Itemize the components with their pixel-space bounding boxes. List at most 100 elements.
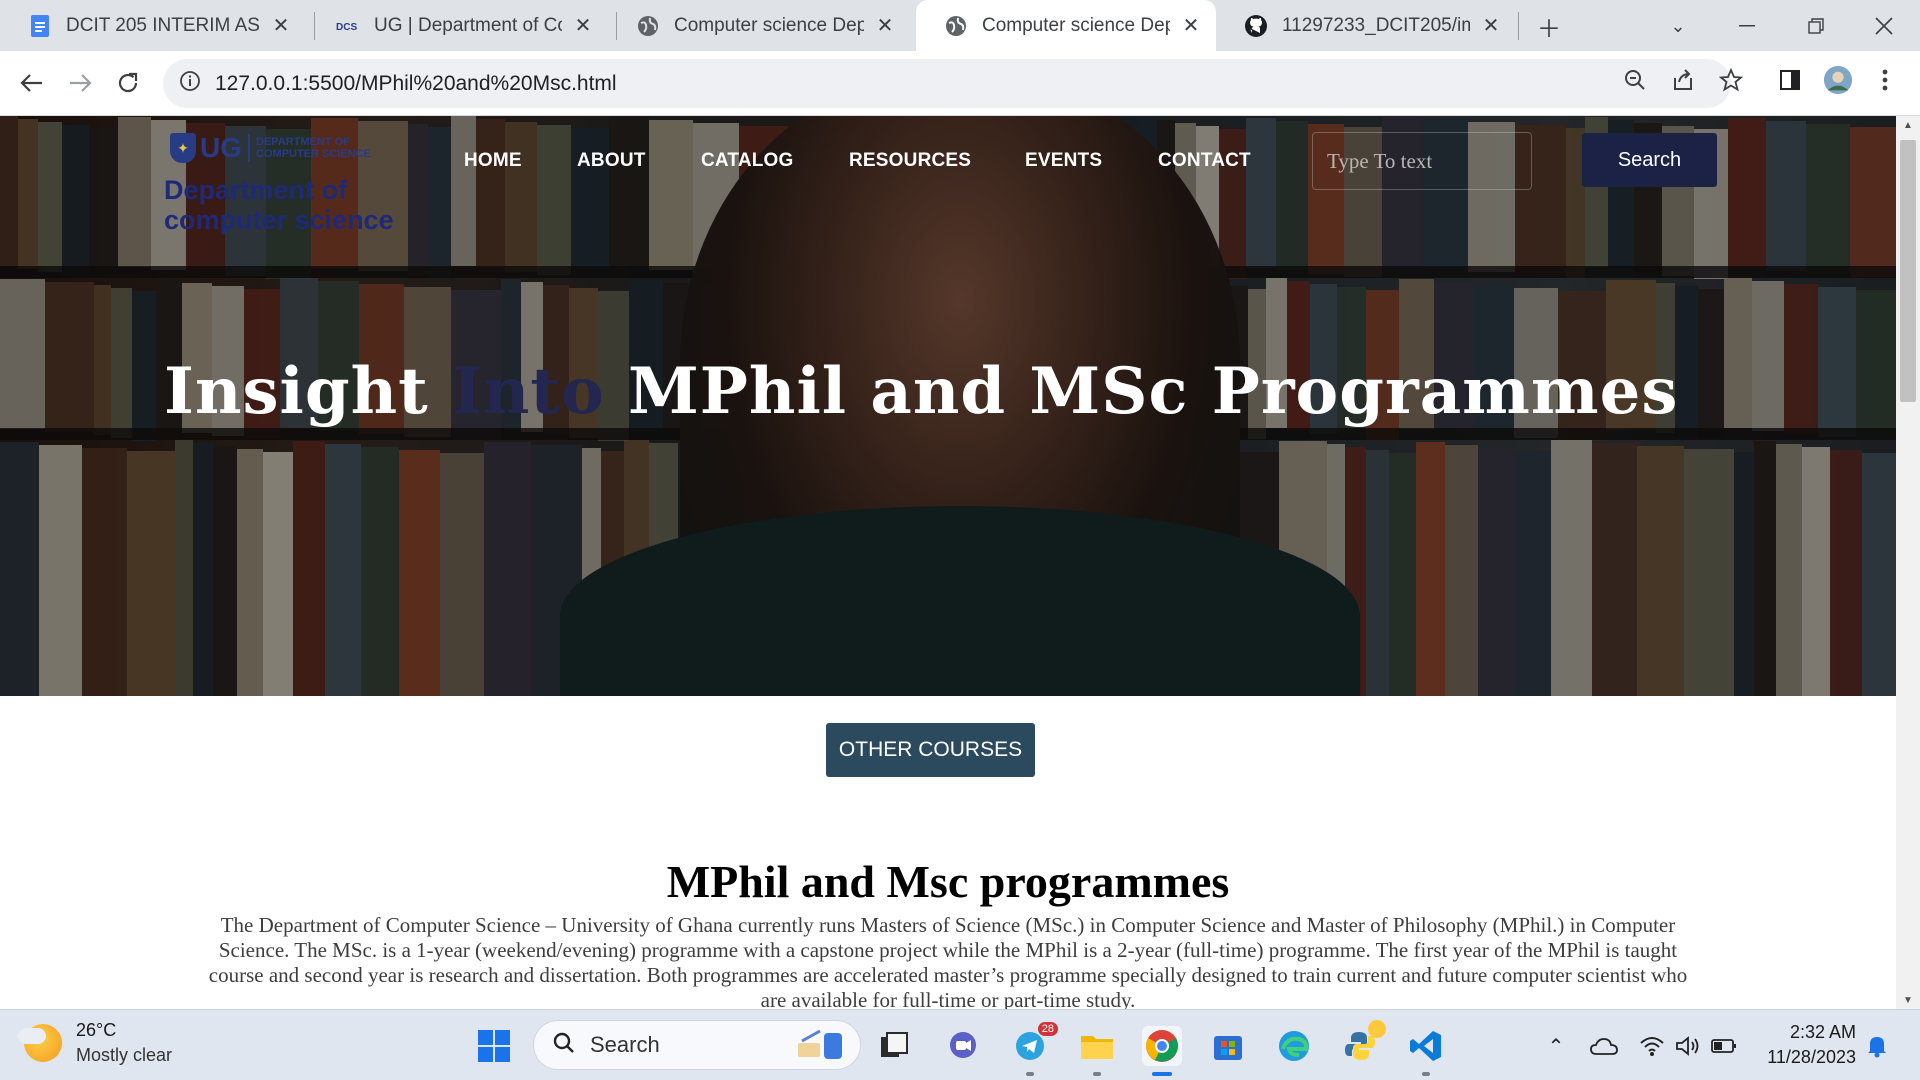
tab-search-chevron-icon[interactable]: ⌄ xyxy=(1660,8,1696,44)
tab-title: 11297233_DCIT205/imag xyxy=(1282,14,1470,36)
hero-title-end: MPhil and MSc Programmes xyxy=(604,354,1679,429)
telegram-icon[interactable]: 28 xyxy=(1010,1022,1058,1066)
close-tab-icon[interactable]: ✕ xyxy=(270,15,292,37)
file-explorer-icon[interactable] xyxy=(1077,1026,1117,1066)
notification-dot xyxy=(1368,1020,1386,1038)
more-menu-icon[interactable] xyxy=(1870,65,1900,95)
site-search-button[interactable]: Search xyxy=(1582,133,1717,187)
logo-divider xyxy=(248,134,250,162)
notification-bell-icon[interactable] xyxy=(1863,1032,1891,1060)
share-icon[interactable] xyxy=(1668,65,1698,95)
page-scrollbar[interactable]: ▲ ▼ xyxy=(1896,116,1920,1009)
tab-title: DCIT 205 INTERIM ASSES xyxy=(66,14,260,36)
other-courses-button[interactable]: OTHER COURSES xyxy=(826,723,1035,777)
globe-icon xyxy=(944,14,968,38)
scroll-down-arrow-icon[interactable]: ▼ xyxy=(1896,991,1920,1009)
browser-tab-5[interactable]: 11297233_DCIT205/imag ✕ xyxy=(1216,0,1516,51)
close-tab-icon[interactable]: ✕ xyxy=(874,15,896,37)
running-indicator xyxy=(1026,1072,1034,1076)
nav-home[interactable]: HOME xyxy=(464,150,522,172)
browser-tab-4-active[interactable]: Computer science Depar ✕ xyxy=(916,0,1216,51)
search-icon xyxy=(552,1031,576,1060)
weather-widget[interactable]: 26°C Mostly clear xyxy=(18,1020,173,1066)
svg-text:DCS: DCS xyxy=(336,22,357,33)
browser-tab-1[interactable]: DCIT 205 INTERIM ASSES ✕ xyxy=(0,0,306,51)
python-icon[interactable] xyxy=(1340,1020,1386,1066)
hero-title: Insight Into MPhil and MSc Programmes xyxy=(164,354,1678,429)
close-window-icon[interactable] xyxy=(1866,8,1902,44)
logo-text: UG xyxy=(200,132,242,163)
restore-icon[interactable] xyxy=(1798,8,1834,44)
scrollbar-thumb[interactable] xyxy=(1900,140,1916,402)
nav-catalog[interactable]: CATALOG xyxy=(701,150,794,172)
minimize-icon[interactable] xyxy=(1729,8,1765,44)
hero-banner: ✦ UG DEPARTMENT OF COMPUTER SCIENCE Depa… xyxy=(0,116,1896,696)
tab-separator xyxy=(1518,12,1519,40)
close-tab-icon[interactable]: ✕ xyxy=(1480,15,1502,37)
battery-icon[interactable] xyxy=(1710,1032,1738,1060)
bookmark-star-icon[interactable] xyxy=(1716,65,1746,95)
active-indicator xyxy=(1152,1072,1172,1076)
browser-tab-2[interactable]: DCS UG | Department of Com ✕ xyxy=(308,0,608,51)
nav-contact[interactable]: CONTACT xyxy=(1158,150,1251,172)
volume-icon[interactable] xyxy=(1674,1032,1702,1060)
brand-line-1: Department of xyxy=(164,175,348,205)
ug-crest-icon: ✦ xyxy=(170,133,196,163)
brand-name: Department of computer science xyxy=(164,175,394,235)
github-icon xyxy=(1244,14,1268,38)
nav-events[interactable]: EVENTS xyxy=(1025,150,1102,172)
brand-line-2: computer science xyxy=(164,205,394,235)
weather-temp: 26°C xyxy=(76,1020,117,1040)
browser-toolbar: 127.0.0.1:5500/MPhil%20and%20Msc.html xyxy=(0,51,1920,116)
telegram-unread-badge: 28 xyxy=(1037,1022,1058,1036)
running-indicator xyxy=(1093,1072,1101,1076)
wifi-icon[interactable] xyxy=(1638,1032,1666,1060)
site-search-input[interactable] xyxy=(1312,132,1532,190)
task-view-icon[interactable] xyxy=(874,1026,914,1066)
hero-title-start: Insight xyxy=(164,354,452,429)
page-viewport: ✦ UG DEPARTMENT OF COMPUTER SCIENCE Depa… xyxy=(0,116,1896,1009)
logo-dept-line-2: COMPUTER SCIENCE xyxy=(256,148,371,160)
nav-resources[interactable]: RESOURCES xyxy=(849,150,971,172)
microsoft-store-icon[interactable] xyxy=(1208,1026,1248,1066)
teams-chat-icon[interactable] xyxy=(943,1026,983,1066)
globe-icon xyxy=(636,14,660,38)
back-arrow-icon[interactable] xyxy=(14,65,50,101)
windows-taskbar: 26°C Mostly clear Search 28 ⌃ 2:32 AM 11… xyxy=(0,1009,1920,1080)
close-tab-icon[interactable]: ✕ xyxy=(572,15,594,37)
section-body: The Department of Computer Science – Uni… xyxy=(208,913,1688,1009)
profile-avatar-icon[interactable] xyxy=(1823,65,1853,95)
new-tab-plus-icon[interactable]: ＋ xyxy=(1531,8,1567,44)
zoom-icon[interactable] xyxy=(1620,65,1650,95)
tab-title: Computer science Depar xyxy=(674,14,864,36)
weather-desc: Mostly clear xyxy=(76,1045,173,1065)
onedrive-cloud-icon[interactable] xyxy=(1590,1032,1618,1060)
scroll-up-arrow-icon[interactable]: ▲ xyxy=(1896,116,1920,134)
close-tab-icon[interactable]: ✕ xyxy=(1180,15,1202,37)
site-logo[interactable]: ✦ UG DEPARTMENT OF COMPUTER SCIENCE xyxy=(170,132,371,164)
reload-icon[interactable] xyxy=(110,65,146,101)
search-highlight-icon xyxy=(794,1027,848,1068)
edge-icon[interactable] xyxy=(1274,1026,1314,1066)
vscode-icon[interactable] xyxy=(1406,1026,1446,1066)
taskbar-search-label: Search xyxy=(590,1032,660,1057)
address-bar[interactable]: 127.0.0.1:5500/MPhil%20and%20Msc.html xyxy=(163,59,1731,108)
tab-title: Computer science Depar xyxy=(982,14,1170,36)
taskbar-search-box[interactable]: Search xyxy=(533,1020,861,1070)
windows-start-icon[interactable] xyxy=(474,1026,514,1066)
ug-dcs-icon: DCS xyxy=(336,14,360,38)
tab-title: UG | Department of Com xyxy=(374,14,562,36)
running-indicator xyxy=(1422,1072,1430,1076)
nav-about[interactable]: ABOUT xyxy=(577,150,646,172)
show-hidden-icons-chevron-icon[interactable]: ⌃ xyxy=(1542,1032,1570,1060)
clock-time: 2:32 AM xyxy=(1789,1022,1856,1042)
taskbar-clock[interactable]: 2:32 AM 11/28/2023 xyxy=(1750,1020,1856,1070)
site-info-icon[interactable] xyxy=(179,70,201,97)
clock-date: 11/28/2023 xyxy=(1767,1047,1856,1067)
browser-tab-3[interactable]: Computer science Depar ✕ xyxy=(608,0,910,51)
chrome-icon[interactable] xyxy=(1142,1026,1182,1066)
section-title: MPhil and Msc programmes xyxy=(666,856,1230,907)
forward-arrow-icon[interactable] xyxy=(62,65,98,101)
side-panel-icon[interactable] xyxy=(1775,65,1805,95)
logo-department: DEPARTMENT OF COMPUTER SCIENCE xyxy=(256,136,371,160)
